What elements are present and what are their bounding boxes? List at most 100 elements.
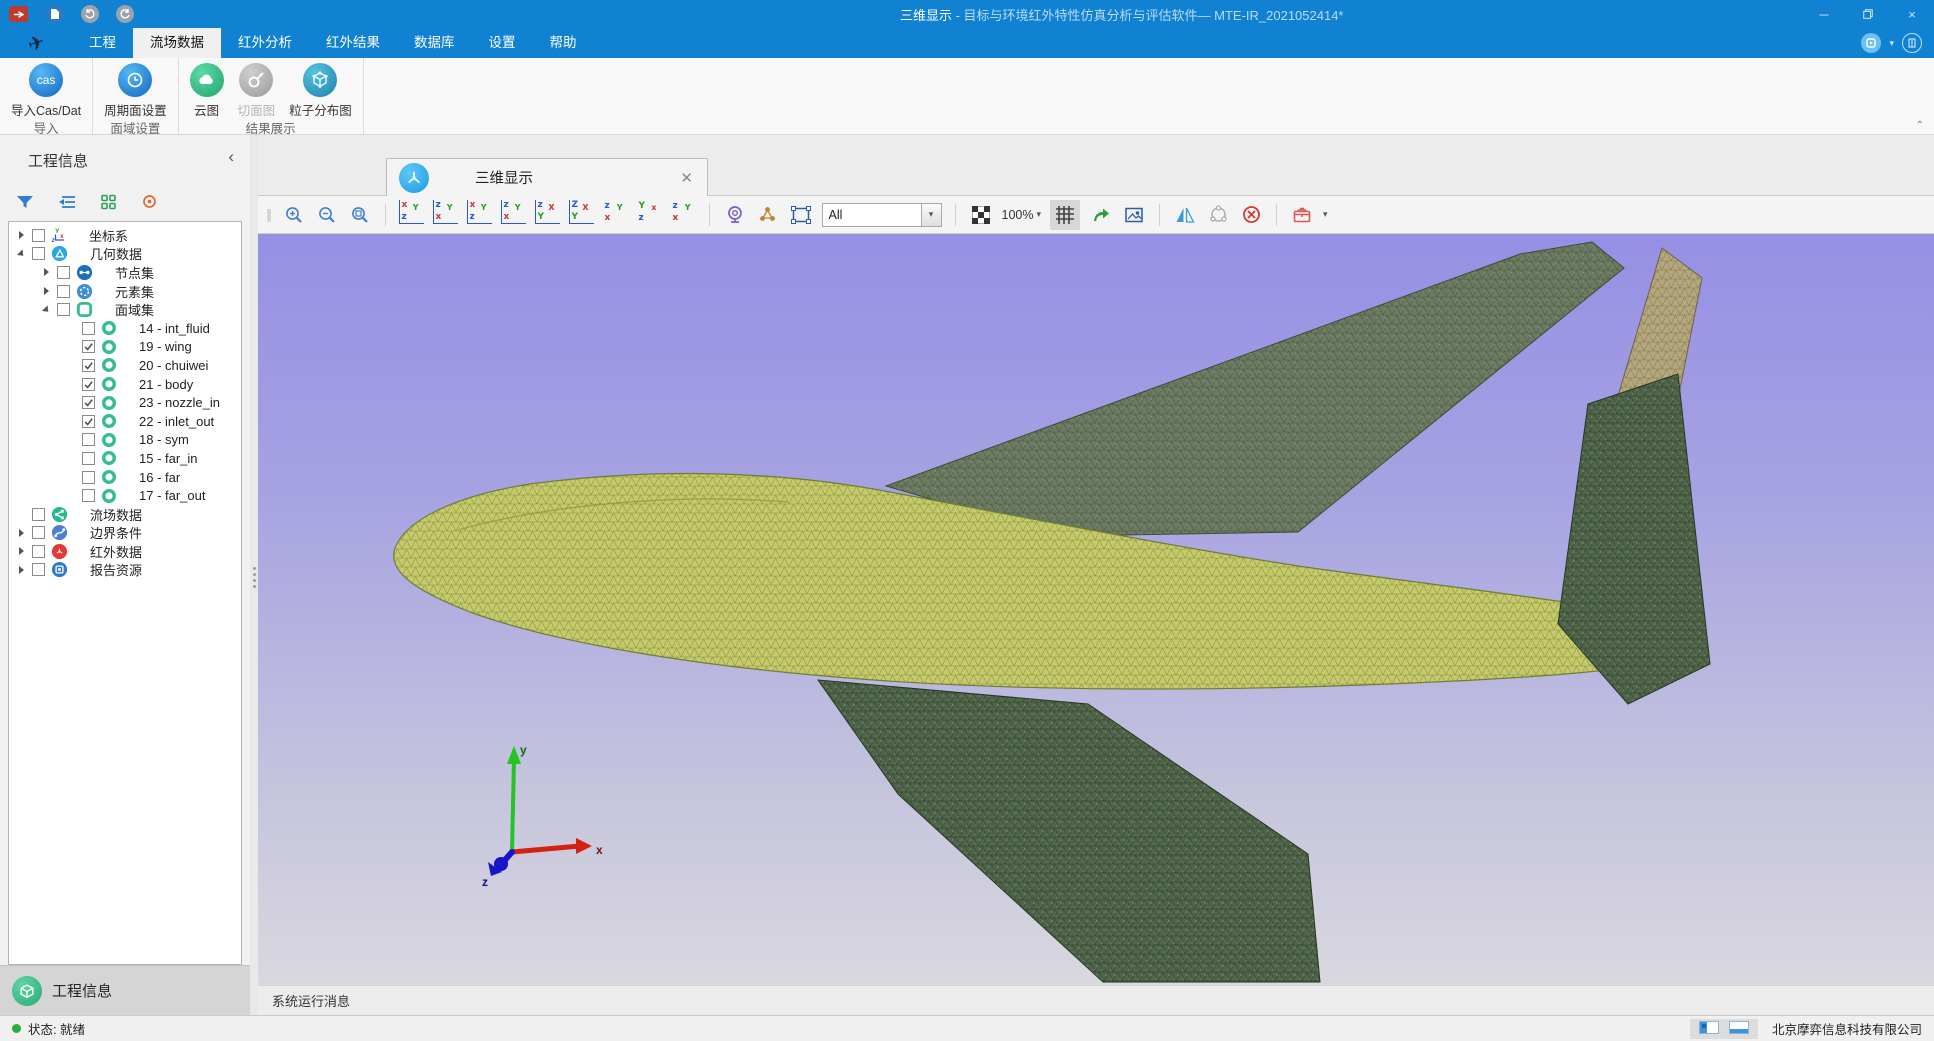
zoom-out-icon[interactable] [315,203,339,227]
filter-icon[interactable] [16,194,34,213]
view-top-icon[interactable]: XzY [535,203,560,226]
particle-plot-button[interactable]: 粒子分布图 [282,62,359,120]
layout-bottom-panel-icon[interactable] [1729,1021,1749,1037]
tree-item-nozzle-in[interactable]: 23 - nozzle_in [9,393,241,412]
tree-checkbox[interactable] [32,545,45,558]
tree-checkbox[interactable] [82,359,95,372]
cancel-icon[interactable] [1239,203,1263,227]
tree-checkbox[interactable] [32,563,45,576]
zoom-level-dropdown[interactable]: 100%▾ [1002,208,1042,222]
slice-plot-button[interactable]: 切面图 [231,62,283,120]
viewport-3d[interactable]: x y z [258,234,1934,985]
view-front-icon[interactable]: Yxz [399,203,424,226]
zoom-fit-icon[interactable] [348,203,372,227]
tree-item-flow-field-data[interactable]: 流场数据 [9,505,241,524]
panel-collapse-icon[interactable]: ‹ [228,147,234,167]
toolbar-drag-handle[interactable]: ∥ [266,207,271,223]
tree-item-wing[interactable]: 19 - wing [9,338,241,357]
expander-icon[interactable] [15,231,27,239]
locate-icon[interactable] [141,193,158,213]
collapse-all-icon[interactable] [58,194,76,213]
camera-icon[interactable] [723,203,747,227]
mirror-icon[interactable] [1173,203,1197,227]
layout-left-panel-icon[interactable] [1699,1021,1719,1037]
tree-checkbox[interactable] [57,285,70,298]
view-left-icon[interactable]: Yxz [467,203,492,226]
share-arrow-icon[interactable] [1089,203,1113,227]
menu-item-database[interactable]: 数据库 [397,28,472,58]
tree-item-coord-system[interactable]: Yzx坐标系 [9,226,241,245]
expander-icon[interactable] [15,566,27,574]
mesh-toggle-icon[interactable] [1053,203,1077,227]
tree-item-body[interactable]: 21 - body [9,375,241,394]
app-icon[interactable] [9,6,28,22]
display-filter-combo[interactable]: All▾ [822,203,942,227]
menu-item-ir-analysis[interactable]: 红外分析 [221,28,309,58]
quick-view-icon[interactable] [1861,33,1881,53]
menu-item-ir-results[interactable]: 红外结果 [309,28,397,58]
transparency-icon[interactable] [969,203,993,227]
collapse-ribbon-icon[interactable]: ⌃ [1916,120,1924,131]
panel-footer-tab[interactable]: 工程信息 [0,965,250,1015]
tree-item-infrared-data[interactable]: 红外数据 [9,542,241,561]
expander-icon[interactable] [15,547,27,555]
tree-checkbox[interactable] [32,247,45,260]
expander-icon[interactable] [15,529,27,537]
group-view-icon[interactable] [100,194,117,213]
tree-item-element-set[interactable]: 元素集 [9,282,241,301]
tree-checkbox[interactable] [82,378,95,391]
tree-checkbox[interactable] [57,266,70,279]
undo-button[interactable] [81,5,99,23]
molecule-icon[interactable] [756,203,780,227]
expander-icon[interactable] [40,268,52,276]
tab-close-icon[interactable]: ✕ [680,169,693,187]
minimize-button[interactable]: ─ [1802,0,1846,28]
redo-button[interactable] [116,5,134,23]
close-button[interactable]: × [1890,0,1934,28]
tree-item-far[interactable]: 16 - far [9,468,241,487]
tree-item-far-in[interactable]: 15 - far_in [9,449,241,468]
view-back-icon[interactable]: Yzx [433,203,458,226]
view-bottom-icon[interactable]: XZY [569,203,594,226]
view-iso-2-icon[interactable]: xYz [637,203,662,226]
view-right-icon[interactable]: Yzx [501,203,526,226]
orbit-icon[interactable] [1206,203,1230,227]
restore-button[interactable] [1846,0,1890,28]
chevron-down-icon[interactable]: ▾ [1323,209,1328,220]
zoom-in-icon[interactable] [282,203,306,227]
tree-item-face-set[interactable]: 面域集 [9,300,241,319]
tree-checkbox[interactable] [82,471,95,484]
tree-checkbox[interactable] [32,229,45,242]
tab-3d-view[interactable]: 三维显示 ✕ [386,158,708,196]
tree-checkbox[interactable] [82,415,95,428]
tree-item-int-fluid[interactable]: 14 - int_fluid [9,319,241,338]
chevron-down-icon[interactable]: ▾ [1889,38,1894,49]
contour-plot-button[interactable]: 云图 [183,62,231,120]
tree-item-inlet-out[interactable]: 22 - inlet_out [9,412,241,431]
menu-item-project[interactable]: 工程 [72,28,133,58]
view-iso-3-icon[interactable]: Yzx [671,203,696,226]
tree-checkbox[interactable] [32,508,45,521]
new-file-button[interactable] [46,5,64,23]
menu-item-flow-data[interactable]: 流场数据 [133,28,221,58]
tree-item-chuiwei[interactable]: 20 - chuiwei [9,356,241,375]
expander-icon[interactable] [15,250,27,258]
panel-splitter[interactable] [250,135,258,1015]
box-select-icon[interactable] [789,203,813,227]
import-casdat-button[interactable]: cas导入Cas/Dat [4,62,88,120]
tree-item-geometry-data[interactable]: 几何数据 [9,245,241,264]
tree-checkbox[interactable] [82,396,95,409]
tree-checkbox[interactable] [32,526,45,539]
tree-checkbox[interactable] [82,340,95,353]
combo-dropdown-icon[interactable]: ▾ [921,204,941,226]
help-panel-icon[interactable] [1902,33,1922,53]
tree-checkbox[interactable] [82,433,95,446]
snapshot-icon[interactable] [1122,203,1146,227]
view-iso-1-icon[interactable]: Yzx [603,203,628,226]
tree-checkbox[interactable] [82,489,95,502]
tree-item-node-set[interactable]: 节点集 [9,263,241,282]
tree-item-boundary-conditions[interactable]: 边界条件 [9,524,241,543]
tree-checkbox[interactable] [82,322,95,335]
expander-icon[interactable] [40,287,52,295]
tree-checkbox[interactable] [57,303,70,316]
